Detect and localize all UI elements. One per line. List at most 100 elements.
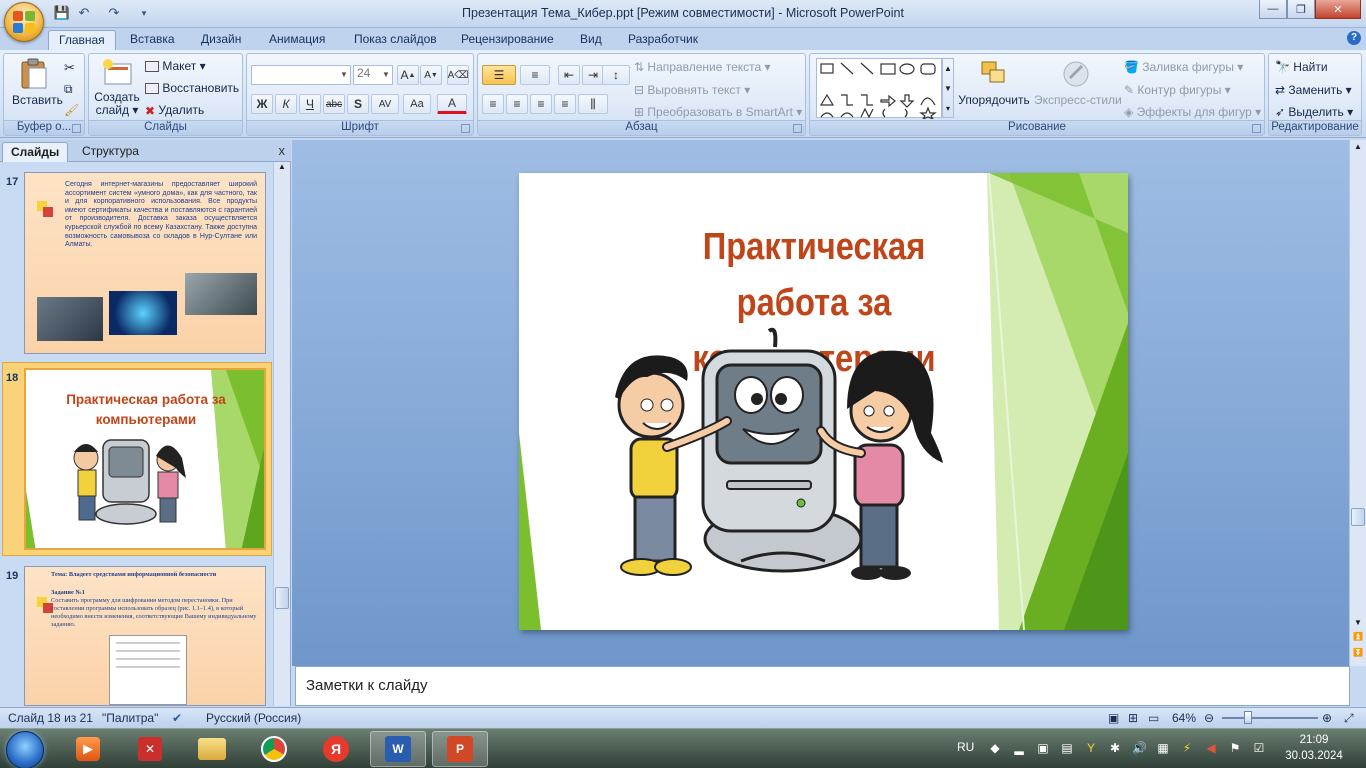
scroll-down-icon[interactable]: ▼ <box>1350 618 1366 632</box>
replace-button[interactable]: ⇄ Заменить ▾ <box>1275 83 1352 97</box>
tab-animation[interactable]: Анимация <box>259 30 335 50</box>
shapes-gallery[interactable] <box>816 58 942 121</box>
zoom-slider-thumb[interactable] <box>1244 711 1252 724</box>
zoom-out-icon[interactable]: ⊖ <box>1204 711 1214 725</box>
shape-effects-button[interactable]: ◈ Эффекты для фигур ▾ <box>1124 105 1261 119</box>
normal-view-icon[interactable]: ▣ <box>1108 711 1119 725</box>
yandex-app[interactable]: Я <box>308 731 364 767</box>
decrease-indent-icon[interactable]: ⇤ <box>558 65 580 85</box>
tab-design[interactable]: Дизайн <box>191 30 251 50</box>
power-icon[interactable]: ⚡ <box>1180 741 1194 755</box>
quick-styles-button[interactable]: Экспресс-стили <box>1034 58 1122 107</box>
keyboard-language[interactable]: RU <box>957 740 974 754</box>
tray-app-icon[interactable]: ◆ <box>988 741 1002 755</box>
current-slide[interactable]: Практическая работа за компьютерами <box>519 173 1128 630</box>
clear-format-icon[interactable]: A⌫ <box>447 65 469 85</box>
layout-button[interactable]: Макет ▾ <box>145 59 206 73</box>
clock-date[interactable]: 30.03.2024 <box>1284 750 1344 762</box>
next-slide-icon[interactable]: ⏬ <box>1350 648 1366 662</box>
shadow-button[interactable]: S <box>347 94 369 114</box>
tab-insert[interactable]: Вставка <box>120 30 185 50</box>
zoom-level[interactable]: 64% <box>1172 711 1196 725</box>
tab-developer[interactable]: Разработчик <box>618 30 708 50</box>
font-launcher-icon[interactable] <box>461 124 470 133</box>
align-right-icon[interactable]: ≡ <box>530 94 552 114</box>
previous-slide-icon[interactable]: ⏫ <box>1350 632 1366 646</box>
smartart-button[interactable]: ⊞ Преобразовать в SmartArt ▾ <box>634 105 802 119</box>
yandex-tray-icon[interactable]: Y <box>1084 741 1098 755</box>
align-left-icon[interactable]: ≡ <box>482 94 504 114</box>
zoom-in-icon[interactable]: ⊕ <box>1322 711 1332 725</box>
delete-slide-button[interactable]: ✖ Удалить <box>145 103 204 118</box>
pane-scrollbar[interactable]: ▲ <box>273 162 290 706</box>
slideshow-view-icon[interactable]: ▭ <box>1148 711 1159 725</box>
tab-home[interactable]: Главная <box>48 30 116 50</box>
restore-button[interactable]: ❐ <box>1287 0 1315 19</box>
copy-icon[interactable]: ⧉ <box>64 82 73 97</box>
word-app[interactable]: W <box>370 731 426 767</box>
app-icon[interactable]: ✕ <box>122 731 178 767</box>
new-slide-button[interactable]: Создать слайд ▾ <box>93 58 141 117</box>
explorer-app[interactable] <box>184 731 240 767</box>
line-spacing-icon[interactable]: ↕ <box>602 65 630 85</box>
tab-slides-pane[interactable]: Слайды <box>2 142 69 162</box>
columns-icon[interactable]: ⫼ <box>578 94 608 114</box>
shape-fill-button[interactable]: 🪣 Заливка фигуры ▾ <box>1124 60 1243 74</box>
tab-outline-pane[interactable]: Структура <box>74 142 147 162</box>
paragraph-launcher-icon[interactable] <box>793 124 802 133</box>
change-case-button[interactable]: Aa <box>403 94 431 114</box>
spellcheck-icon[interactable]: ✔ <box>172 711 182 725</box>
font-name-combo[interactable]: ▼ <box>251 65 351 85</box>
display-icon[interactable]: ▦ <box>1156 741 1170 755</box>
chrome-app[interactable] <box>246 731 302 767</box>
format-painter-icon[interactable]: 🖌 <box>64 103 79 117</box>
paste-button[interactable]: Вставить <box>12 58 63 107</box>
close-icon[interactable]: x <box>279 143 286 158</box>
theme-name[interactable]: "Палитра" <box>102 711 158 725</box>
increase-indent-icon[interactable]: ⇥ <box>582 65 604 85</box>
scroll-up-icon[interactable]: ▲ <box>274 162 290 176</box>
zoom-slider[interactable] <box>1222 717 1318 719</box>
shapes-gallery-scroll[interactable]: ▲ ▼ ▾ <box>942 58 954 118</box>
speaker-muted-icon[interactable]: ◀ <box>1204 741 1218 755</box>
slide-thumbnail-18[interactable]: Практическая работа за компьютерами <box>24 368 266 550</box>
fit-window-icon[interactable]: ⤢ <box>1344 711 1354 726</box>
find-button[interactable]: 🔭 Найти <box>1275 60 1328 74</box>
tray-tool-icon[interactable]: ✱ <box>1108 741 1122 755</box>
scroll-thumb[interactable] <box>275 587 289 609</box>
download-icon[interactable]: ☑ <box>1252 741 1266 755</box>
start-button[interactable] <box>6 731 44 768</box>
tab-slideshow[interactable]: Показ слайдов <box>344 30 447 50</box>
font-color-button[interactable]: A <box>437 94 467 114</box>
powerpoint-app[interactable]: P <box>432 731 488 767</box>
clipboard-launcher-icon[interactable] <box>72 124 81 133</box>
slide-thumbnail-17[interactable]: Сегодня интернет-магазины предоставляет … <box>24 172 266 354</box>
char-spacing-button[interactable]: AV <box>371 94 399 114</box>
notes-pane[interactable]: Заметки к слайду <box>295 666 1350 706</box>
scroll-up-icon[interactable]: ▲ <box>1350 142 1366 156</box>
tray-device-icon[interactable]: ▤ <box>1060 741 1074 755</box>
help-icon[interactable]: ? <box>1347 31 1361 45</box>
volume-icon[interactable]: 🔊 <box>1132 741 1147 755</box>
editor-scrollbar[interactable]: ▲ ▼ ⏫ ⏬ <box>1349 140 1366 666</box>
reset-button[interactable]: Восстановить <box>145 81 239 95</box>
close-button[interactable]: ✕ <box>1315 0 1361 19</box>
bold-button[interactable]: Ж <box>251 94 273 114</box>
select-button[interactable]: ➶ Выделить ▾ <box>1275 105 1353 119</box>
bullets-button[interactable]: ☰ <box>482 65 516 85</box>
clock-time[interactable]: 21:09 <box>1284 734 1344 746</box>
minimize-button[interactable]: — <box>1259 0 1287 19</box>
media-player-app[interactable]: ▶ <box>60 731 116 767</box>
font-size-combo[interactable]: 24 ▼ <box>353 65 393 85</box>
tab-view[interactable]: Вид <box>570 30 612 50</box>
slide-sorter-icon[interactable]: ⊞ <box>1128 711 1138 725</box>
cut-icon[interactable]: ✂ <box>64 60 75 76</box>
drawing-launcher-icon[interactable] <box>1252 124 1261 133</box>
underline-button[interactable]: Ч <box>299 94 321 114</box>
arrange-button[interactable]: Упорядочить <box>956 58 1032 107</box>
text-direction-button[interactable]: ⇅ Направление текста ▾ <box>634 60 771 74</box>
tab-review[interactable]: Рецензирование <box>451 30 564 50</box>
grow-font-icon[interactable]: A ▲ <box>397 65 419 85</box>
align-center-icon[interactable]: ≡ <box>506 94 528 114</box>
shrink-font-icon[interactable]: A ▼ <box>420 65 442 85</box>
